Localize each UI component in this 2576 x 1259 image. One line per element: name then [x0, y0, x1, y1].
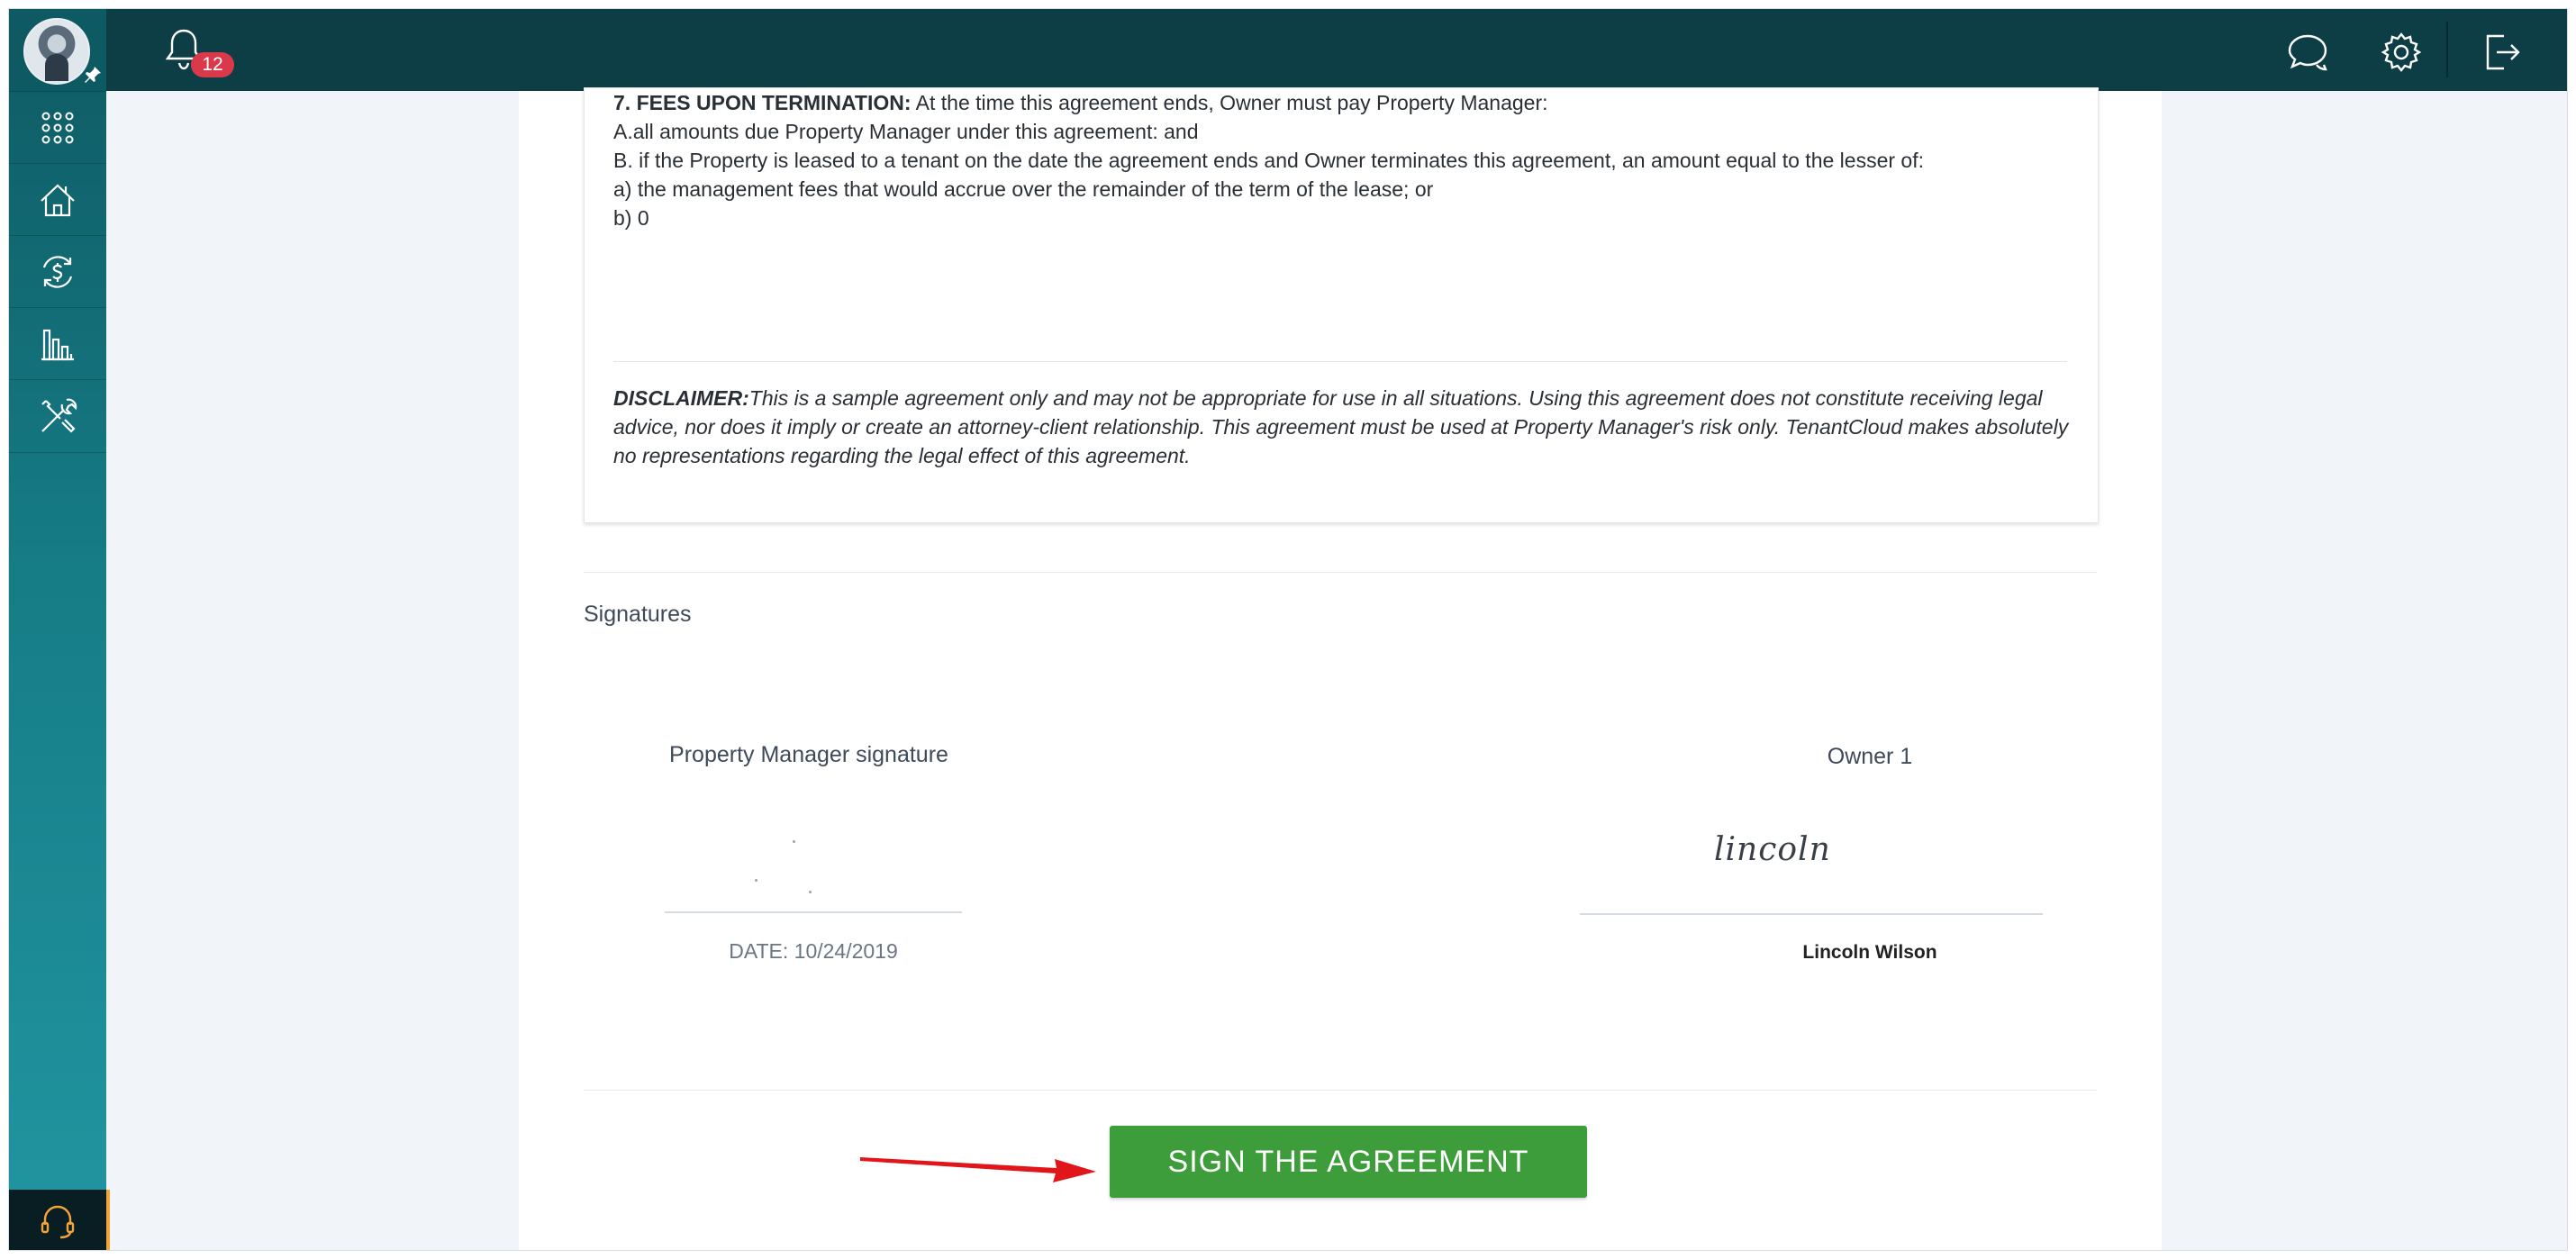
signatures-title: Signatures	[584, 602, 692, 627]
disclaimer-text: This is a sample agreement only and may …	[613, 386, 2069, 467]
pin-icon[interactable]	[83, 65, 103, 85]
manager-signature-line	[665, 911, 962, 913]
bar-chart-icon	[41, 329, 74, 361]
manager-signature-date: DATE: 10/24/2019	[729, 939, 898, 963]
support-button[interactable]	[9, 1190, 110, 1250]
user-profile[interactable]	[9, 9, 106, 91]
top-header: 12	[9, 9, 2567, 91]
owner-signature-image: lincoln	[1714, 831, 1831, 868]
owner-signature-line	[1580, 913, 2043, 915]
messages-button[interactable]	[2284, 29, 2331, 76]
header-divider	[2446, 22, 2448, 77]
fees-item-a: A.all amounts due Property Manager under…	[613, 120, 1199, 143]
logout-button[interactable]	[2477, 29, 2524, 76]
agreement-document: 7. FEES UPON TERMINATION: At the time th…	[519, 87, 2162, 1250]
fees-upon-termination: 7. FEES UPON TERMINATION: At the time th…	[613, 88, 2073, 232]
avatar[interactable]	[23, 18, 90, 85]
fees-heading: 7. FEES UPON TERMINATION:	[613, 91, 912, 114]
disclaimer-label: DISCLAIMER:	[613, 386, 749, 410]
notification-badge: 12	[191, 52, 234, 77]
settings-button[interactable]	[2378, 29, 2425, 76]
signatures-bottom-divider	[584, 1090, 2097, 1091]
fees-intro: At the time this agreement ends, Owner m…	[911, 91, 1548, 114]
sidebar-item-properties[interactable]	[9, 163, 106, 236]
manager-signature-label: Property Manager signature	[669, 742, 948, 767]
chat-icon	[2288, 34, 2327, 71]
grid-icon	[41, 112, 74, 144]
owner-signature-label: Owner 1	[1827, 744, 1913, 769]
sidebar-item-apps[interactable]	[9, 91, 106, 164]
fees-item-b-b: b) 0	[613, 206, 649, 230]
house-icon	[41, 184, 75, 217]
pointer-arrow-icon	[860, 1157, 1096, 1182]
gear-icon	[2381, 32, 2422, 72]
fees-item-b: B. if the Property is leased to a tenant…	[613, 149, 1924, 172]
disclaimer: DISCLAIMER:This is a sample agreement on…	[613, 384, 2073, 470]
signatures-top-divider	[584, 572, 2097, 573]
money-cycle-icon	[42, 256, 73, 288]
tools-icon	[41, 398, 77, 433]
terms-divider	[613, 361, 2067, 362]
sidebar-item-maintenance[interactable]	[9, 379, 106, 453]
notifications-button[interactable]: 12	[162, 25, 234, 79]
sidebar-item-reports[interactable]	[9, 307, 106, 380]
sidebar	[9, 9, 110, 1250]
sidebar-item-accounting[interactable]	[9, 235, 106, 308]
owner-name: Lincoln Wilson	[1802, 942, 1937, 963]
headset-icon	[41, 1205, 75, 1238]
fees-item-b-a: a) the management fees that would accrue…	[613, 177, 1434, 201]
logout-icon	[2486, 34, 2520, 70]
manager-signature-area[interactable]	[665, 793, 962, 901]
sign-agreement-button[interactable]: SIGN THE AGREEMENT	[1110, 1126, 1587, 1198]
agreement-terms-card: 7. FEES UPON TERMINATION: At the time th…	[584, 87, 2099, 523]
app-frame: 12 7. FEES UPON TERMINATION: At the time…	[9, 9, 2567, 1250]
